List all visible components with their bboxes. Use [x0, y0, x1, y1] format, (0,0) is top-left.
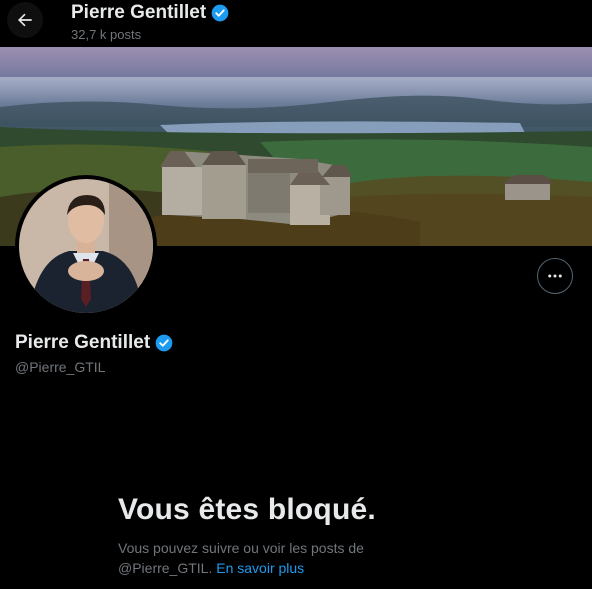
verified-badge-icon [211, 4, 229, 22]
avatar-image [19, 179, 153, 313]
more-options-button[interactable] [537, 258, 573, 294]
avatar-frame[interactable] [15, 175, 157, 317]
more-horizontal-icon [548, 274, 562, 278]
learn-more-link[interactable]: En savoir plus [216, 560, 304, 576]
arrow-left-icon [18, 13, 32, 27]
top-bar: Pierre Gentillet 32,7 k posts [0, 0, 592, 47]
back-button[interactable] [7, 2, 43, 38]
verified-badge-icon [155, 334, 173, 352]
profile-name-text: Pierre Gentillet [15, 332, 151, 353]
post-count: 32,7 k posts [71, 27, 142, 42]
blocked-description: Vous pouvez suivre ou voir les posts de … [118, 538, 418, 578]
avatar[interactable] [19, 179, 153, 313]
profile-handle: @Pierre_GTIL [15, 359, 106, 375]
blocked-title: Vous êtes bloqué. [118, 493, 376, 526]
profile-name: Pierre Gentillet [15, 331, 174, 355]
header-title: Pierre Gentillet [71, 1, 230, 25]
header-name: Pierre Gentillet [71, 2, 207, 23]
